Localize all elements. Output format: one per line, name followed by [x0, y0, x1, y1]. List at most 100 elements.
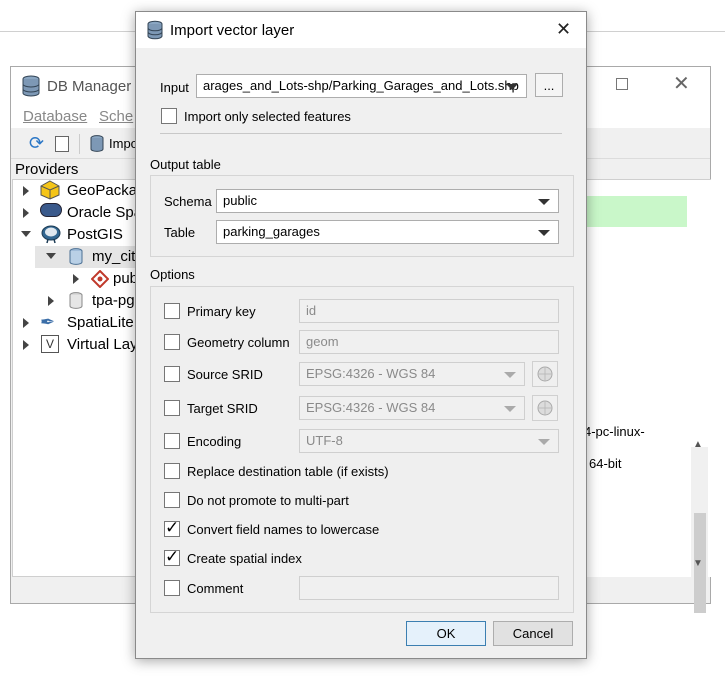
spatialite-feather-icon: ✒	[40, 312, 56, 332]
database-icon	[21, 75, 41, 100]
info-text-bits: 64-bit	[589, 456, 622, 471]
tree-item-spatialite[interactable]: SpatiaLite	[67, 314, 134, 331]
tree-item-virtual-layers[interactable]: Virtual Lay	[67, 336, 138, 353]
chevron-down-icon	[538, 230, 550, 236]
collapse-arrow-icon[interactable]	[21, 231, 31, 237]
primary-key-label: Primary key	[187, 304, 256, 319]
menu-schema[interactable]: Sche	[99, 108, 133, 125]
scroll-up-icon[interactable]: ▲	[693, 439, 703, 450]
lowercase-label: Convert field names to lowercase	[187, 522, 380, 537]
toolbar-separator	[79, 134, 80, 154]
geometry-column-field[interactable]: geom	[299, 330, 559, 354]
import-layer-icon[interactable]	[89, 135, 107, 156]
schema-value: public	[223, 193, 257, 208]
maximize-icon[interactable]	[616, 78, 628, 90]
no-promote-checkbox[interactable]	[164, 492, 180, 508]
ok-button[interactable]: OK	[406, 621, 486, 646]
expand-arrow-icon[interactable]	[23, 340, 29, 350]
chevron-down-icon	[538, 439, 550, 445]
cancel-button[interactable]: Cancel	[493, 621, 573, 646]
comment-label: Comment	[187, 581, 244, 596]
refresh-icon[interactable]: ⟳	[29, 133, 44, 154]
import-vector-layer-dialog: Import vector layer ✕ Input arages_and_L…	[135, 11, 587, 659]
tree-item-oracle[interactable]: Oracle Spa	[67, 204, 142, 221]
geometry-column-checkbox[interactable]	[164, 334, 180, 350]
dialog-title: Import vector layer	[170, 22, 295, 39]
expand-arrow-icon[interactable]	[23, 186, 29, 196]
close-icon[interactable]: ✕	[556, 19, 571, 40]
schema-combo[interactable]: public	[216, 189, 559, 213]
globe-icon	[537, 366, 553, 382]
expand-arrow-icon[interactable]	[48, 296, 54, 306]
browse-button[interactable]: ...	[535, 73, 563, 97]
comment-field[interactable]	[299, 576, 559, 600]
info-text-platform: 4-pc-linux-	[584, 424, 645, 439]
encoding-combo[interactable]: UTF-8	[299, 429, 559, 453]
globe-icon	[537, 400, 553, 416]
import-selected-checkbox[interactable]	[161, 108, 177, 124]
close-icon[interactable]: ✕	[673, 71, 690, 96]
virtual-layer-icon: V	[41, 335, 59, 353]
import-layer-label[interactable]: Impo	[109, 136, 138, 151]
schema-diamond-icon	[90, 269, 110, 291]
input-layer-value: arages_and_Lots-shp/Parking_Garages_and_…	[203, 78, 519, 93]
source-srid-select-button[interactable]	[532, 361, 558, 387]
spatial-index-label: Create spatial index	[187, 551, 302, 566]
expand-arrow-icon[interactable]	[23, 208, 29, 218]
spatial-index-checkbox[interactable]: ✓	[164, 547, 180, 566]
source-srid-value: EPSG:4326 - WGS 84	[306, 366, 436, 381]
table-combo[interactable]: parking_garages	[216, 220, 559, 244]
oracle-icon	[40, 203, 62, 217]
table-label: Table	[164, 225, 196, 240]
menu-database[interactable]: Database	[23, 108, 87, 125]
encoding-label: Encoding	[187, 434, 242, 449]
dialog-titlebar: Import vector layer ✕	[136, 12, 586, 48]
db-manager-title: DB Manager	[47, 78, 132, 95]
divider	[160, 133, 562, 134]
tree-item-geopackage[interactable]: GeoPackag	[67, 182, 145, 199]
schema-label: Schema	[164, 194, 212, 209]
primary-key-field[interactable]: id	[299, 299, 559, 323]
output-table-group	[150, 175, 574, 257]
target-srid-label: Target SRID	[187, 401, 258, 416]
geometry-column-label: Geometry column	[187, 335, 290, 350]
postgis-elephant-icon	[40, 224, 62, 247]
input-label: Input	[160, 80, 189, 95]
options-label: Options	[150, 267, 195, 282]
checkmark-icon: ✓	[165, 518, 180, 537]
scroll-down-icon[interactable]: ▼	[693, 558, 703, 569]
input-layer-combo[interactable]: arages_and_Lots-shp/Parking_Garages_and_…	[196, 74, 527, 98]
comment-checkbox[interactable]	[164, 580, 180, 596]
providers-label: Providers	[15, 161, 79, 178]
lowercase-checkbox[interactable]: ✓	[164, 518, 180, 537]
import-selected-label: Import only selected features	[184, 109, 351, 124]
encoding-checkbox[interactable]	[164, 433, 180, 449]
database-icon	[68, 248, 84, 269]
expand-arrow-icon[interactable]	[73, 274, 79, 284]
database-icon	[68, 292, 84, 313]
table-value: parking_garages	[223, 224, 320, 239]
chevron-down-icon	[506, 84, 518, 90]
source-srid-combo[interactable]: EPSG:4326 - WGS 84	[299, 362, 525, 386]
target-srid-select-button[interactable]	[532, 395, 558, 421]
checkmark-icon: ✓	[165, 547, 180, 566]
source-srid-label: Source SRID	[187, 367, 263, 382]
output-table-label: Output table	[150, 157, 221, 172]
replace-table-label: Replace destination table (if exists)	[187, 464, 389, 479]
chevron-down-icon	[538, 199, 550, 205]
tree-item-postgis[interactable]: PostGIS	[67, 226, 123, 243]
chevron-down-icon	[504, 406, 516, 412]
tree-item-tpa-pg[interactable]: tpa-pg	[92, 292, 135, 309]
primary-key-checkbox[interactable]	[164, 303, 180, 319]
sql-window-icon[interactable]	[55, 136, 69, 152]
expand-arrow-icon[interactable]	[23, 318, 29, 328]
target-srid-checkbox[interactable]	[164, 400, 180, 416]
geopackage-icon	[40, 180, 60, 203]
source-srid-checkbox[interactable]	[164, 366, 180, 382]
replace-table-checkbox[interactable]	[164, 463, 180, 479]
providers-tree: GeoPackag Oracle Spa PostGIS my_city pub…	[12, 179, 145, 577]
no-promote-label: Do not promote to multi-part	[187, 493, 349, 508]
chevron-down-icon	[504, 372, 516, 378]
target-srid-combo[interactable]: EPSG:4326 - WGS 84	[299, 396, 525, 420]
collapse-arrow-icon[interactable]	[46, 253, 56, 259]
